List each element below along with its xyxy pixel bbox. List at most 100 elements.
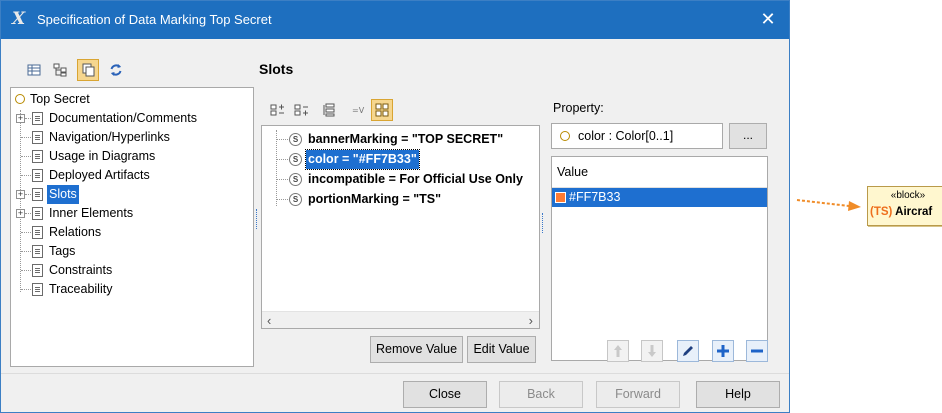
tree-item-label: Slots (47, 185, 79, 204)
document-icon (32, 245, 43, 258)
document-icon (32, 131, 43, 144)
tree-guide-line (21, 232, 31, 233)
app-logo-icon: X (12, 9, 26, 29)
forward-button[interactable]: Forward (596, 381, 680, 408)
value-list[interactable]: Value #FF7B33 (551, 156, 768, 361)
tree-guide-line (25, 194, 31, 195)
tree-guide-line (276, 139, 288, 140)
tree-item-label: Tags (49, 244, 76, 258)
slot-icon: S (289, 153, 302, 166)
footer-divider (1, 373, 789, 374)
grid-view-toggle-icon[interactable] (371, 99, 393, 121)
expand-icon[interactable]: + (16, 209, 25, 218)
help-button[interactable]: Help (696, 381, 780, 408)
tree-guide-line (276, 179, 288, 180)
refresh-icon[interactable] (105, 59, 127, 81)
window-title: Specification of Data Marking Top Secret (37, 12, 272, 27)
tree-guide-line (21, 175, 31, 176)
panel-splitter[interactable] (542, 213, 545, 233)
tree-view-icon[interactable] (49, 59, 71, 81)
specification-dialog: X Specification of Data Marking Top Secr… (0, 0, 790, 413)
move-down-button[interactable] (641, 340, 663, 362)
slot-icon: S (289, 193, 302, 206)
back-button[interactable]: Back (499, 381, 583, 408)
document-icon (32, 169, 43, 182)
remove-value-icon-button[interactable] (746, 340, 768, 362)
list-view-icon[interactable] (23, 59, 45, 81)
block-marking-prefix: (TS) (870, 206, 893, 218)
tree-guide-line (21, 156, 31, 157)
document-icon (32, 150, 43, 163)
tree-guide-line (21, 270, 31, 271)
tree-guide-line (21, 289, 31, 290)
instance-icon (15, 94, 25, 104)
arrow-line (796, 199, 850, 207)
close-window-button[interactable]: ✕ (758, 8, 778, 30)
collapse-all-icon[interactable] (291, 99, 313, 121)
specification-tree[interactable]: Top Secret + Documentation/Comments Navi… (10, 87, 254, 367)
block-name: (TS) Aircraf (870, 206, 932, 218)
slots-tree[interactable]: S bannerMarking = "TOP SECRET" S color =… (261, 125, 540, 329)
tree-toolbar (23, 59, 153, 81)
scroll-left-icon[interactable]: ‹ (267, 313, 271, 328)
tree-item-label: Top Secret (30, 92, 90, 106)
document-icon (32, 188, 43, 201)
slot-icon: S (289, 173, 302, 186)
move-up-button[interactable] (607, 340, 629, 362)
diagram-block-aircraft[interactable]: «block» (TS) Aircraf (867, 186, 942, 226)
browse-property-button[interactable]: ... (729, 123, 767, 149)
value-column-header: Value (552, 157, 767, 188)
slot-icon: S (289, 133, 302, 146)
value-row[interactable]: #FF7B33 (552, 188, 767, 207)
slots-toolbar: =V (267, 99, 427, 121)
horizontal-scrollbar[interactable]: ‹ › (262, 311, 539, 328)
property-field: color : Color[0..1] (551, 123, 723, 149)
color-swatch (555, 192, 566, 203)
document-icon (32, 226, 43, 239)
add-value-button[interactable] (712, 340, 734, 362)
show-inherited-toggle-icon[interactable] (77, 59, 99, 81)
slot-row-incompatible[interactable]: S incompatible = For Official Use Only (262, 170, 539, 189)
value-label: #FF7B33 (569, 190, 621, 204)
expand-icon[interactable]: + (16, 114, 25, 123)
tree-guide-line (276, 159, 288, 160)
show-values-icon[interactable]: =V (347, 99, 369, 121)
tree-item-label: Relations (49, 225, 102, 239)
close-button[interactable]: Close (403, 381, 487, 408)
document-icon (32, 264, 43, 277)
slot-row-color[interactable]: S color = "#FF7B33" (262, 149, 539, 170)
property-value: color : Color[0..1] (578, 129, 674, 143)
tree-item-label: Constraints (49, 263, 113, 277)
hierarchy-icon[interactable] (319, 99, 341, 121)
tree-guide-line (25, 213, 31, 214)
tree-guide-line (276, 199, 288, 200)
section-title: Slots (259, 61, 294, 77)
slot-label: incompatible = For Official Use Only (308, 172, 523, 186)
document-icon (32, 112, 43, 125)
tree-guide-line (21, 251, 31, 252)
expand-all-icon[interactable] (267, 99, 289, 121)
tree-item-label: Traceability (49, 282, 113, 296)
block-name-text: Aircraf (895, 206, 933, 218)
svg-text:=V: =V (352, 106, 365, 115)
scroll-right-icon[interactable]: › (529, 313, 533, 328)
slot-label: portionMarking = "TS" (308, 192, 442, 206)
expand-icon[interactable]: + (16, 190, 25, 199)
slot-row-portion-marking[interactable]: S portionMarking = "TS" (262, 190, 539, 209)
block-stereotype: «block» (890, 190, 926, 201)
tree-item-label: Usage in Diagrams (49, 149, 156, 163)
edit-pencil-button[interactable] (677, 340, 699, 362)
edit-value-button[interactable]: Edit Value (467, 336, 536, 363)
remove-value-button[interactable]: Remove Value (370, 336, 463, 363)
tree-item-label: Documentation/Comments (49, 111, 197, 125)
document-icon (32, 283, 43, 296)
panel-splitter[interactable] (256, 209, 259, 229)
tree-item-label: Navigation/Hyperlinks (49, 130, 170, 144)
dependency-arrow (796, 199, 861, 211)
title-bar[interactable]: X Specification of Data Marking Top Secr… (1, 1, 789, 39)
arrow-head-icon (848, 201, 861, 211)
slot-label: bannerMarking = "TOP SECRET" (308, 132, 504, 146)
slot-row-banner-marking[interactable]: S bannerMarking = "TOP SECRET" (262, 130, 539, 149)
tree-guide-line (21, 137, 31, 138)
tree-guide-line (25, 118, 31, 119)
